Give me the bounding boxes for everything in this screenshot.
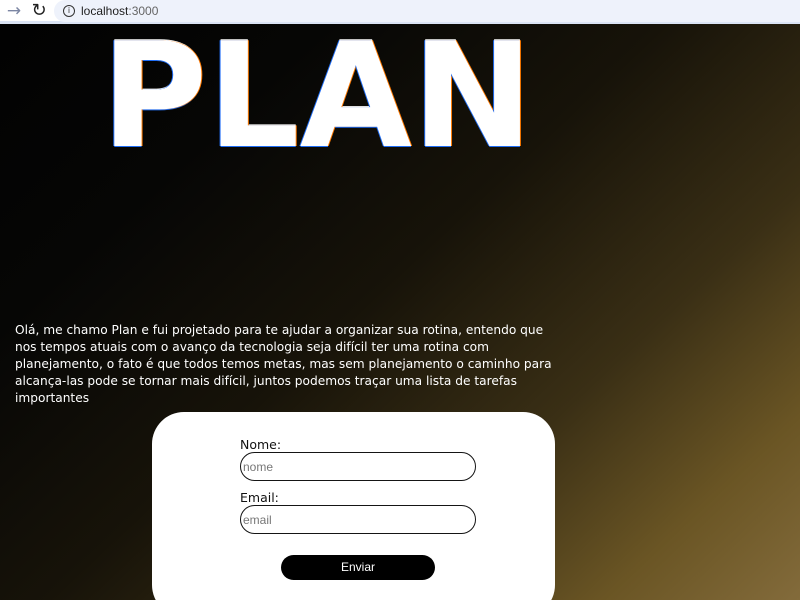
name-input[interactable] (240, 452, 476, 481)
name-label: Nome: (240, 437, 282, 452)
reload-icon[interactable]: ↻ (30, 0, 48, 22)
email-input[interactable] (240, 505, 476, 534)
submit-button[interactable]: Enviar (281, 555, 435, 580)
page-title: PLAN (101, 24, 534, 181)
back-arrow-icon[interactable]: → (5, 0, 23, 22)
page-content: PLAN Olá, me chamo Plan e fui projetado … (0, 24, 800, 600)
url-text[interactable]: localhost:3000 (81, 3, 158, 19)
intro-text: Olá, me chamo Plan e fui projetado para … (15, 323, 552, 405)
browser-toolbar: → ↻ i localhost:3000 (0, 0, 800, 24)
url-host: localhost (81, 4, 129, 18)
info-icon[interactable]: i (63, 5, 75, 17)
address-bar[interactable]: i localhost:3000 (54, 0, 800, 22)
url-port: :3000 (128, 4, 159, 18)
contact-form: Nome: Email: Enviar (152, 412, 555, 600)
email-label: Email: (240, 490, 279, 505)
